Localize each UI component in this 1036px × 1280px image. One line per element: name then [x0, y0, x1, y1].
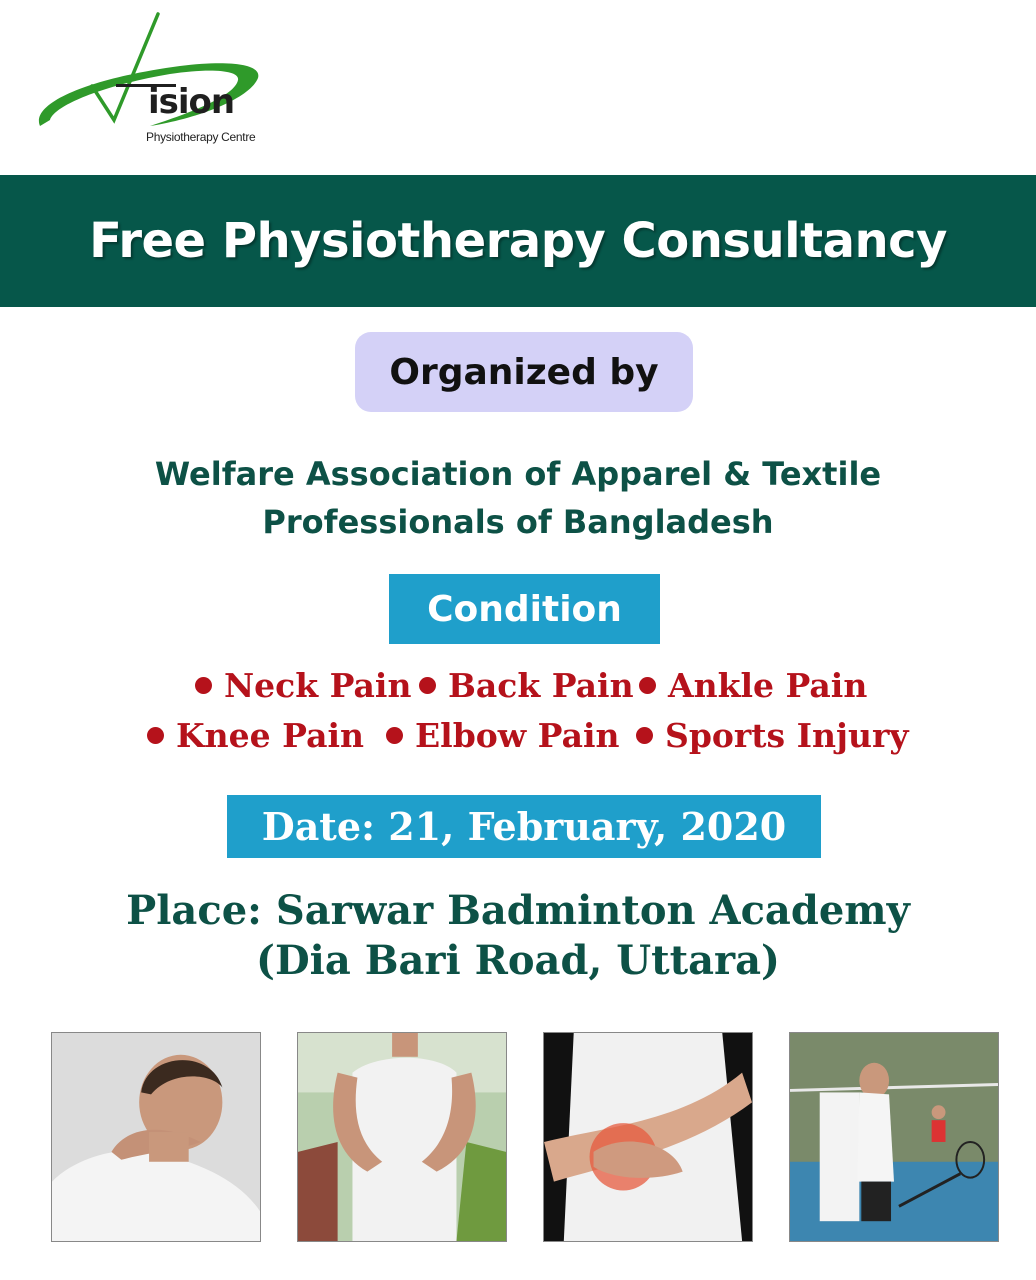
bullet-icon	[147, 727, 164, 744]
condition-label: Condition	[427, 588, 622, 630]
date-banner: Date: 21, February, 2020	[227, 795, 821, 858]
vision-swoosh-icon	[38, 12, 259, 126]
neck-pain-photo	[51, 1032, 261, 1242]
sports-injury-icon	[790, 1033, 998, 1241]
organized-by-label: Organized by	[389, 351, 659, 393]
bullet-icon	[386, 727, 403, 744]
sports-injury-photo	[789, 1032, 999, 1242]
logo-subtitle: Physiotherapy Centre	[146, 130, 256, 144]
elbow-pain-icon	[544, 1033, 752, 1241]
condition-text: Sports Injury	[665, 716, 909, 755]
bullet-icon	[419, 677, 436, 694]
organizer-name: Welfare Association of Apparel & Textile…	[0, 450, 1036, 546]
condition-item: Sports Injury	[636, 716, 909, 755]
back-pain-icon	[298, 1033, 506, 1241]
place-line-2: (Dia Bari Road, Uttara)	[256, 937, 780, 984]
condition-text: Back Pain	[448, 666, 634, 705]
bullet-icon	[195, 677, 212, 694]
condition-text: Ankle Pain	[668, 666, 868, 705]
condition-item: Back Pain	[419, 666, 634, 705]
condition-item: Knee Pain	[147, 716, 364, 755]
condition-item: Ankle Pain	[639, 666, 867, 705]
logo-wordmark: ision	[148, 82, 235, 122]
event-place: Place: Sarwar Badminton Academy (Dia Bar…	[0, 886, 1036, 986]
condition-item: Elbow Pain	[386, 716, 620, 755]
organizer-line-1: Welfare Association of Apparel & Textile	[154, 455, 882, 493]
elbow-pain-photo	[543, 1032, 753, 1242]
bullet-icon	[639, 677, 656, 694]
conditions-list: Neck Pain Back Pain Ankle Pain Knee Pain…	[0, 666, 1036, 766]
page-title: Free Physiotherapy Consultancy	[89, 213, 947, 269]
back-pain-photo	[297, 1032, 507, 1242]
condition-item: Neck Pain	[195, 666, 411, 705]
condition-header: Condition	[389, 574, 660, 644]
conditions-row-2: Knee Pain Elbow Pain Sports Injury	[0, 716, 1036, 766]
title-banner: Free Physiotherapy Consultancy	[0, 175, 1036, 307]
event-date: Date: 21, February, 2020	[261, 804, 787, 849]
place-line-1: Place: Sarwar Badminton Academy	[126, 887, 910, 934]
condition-text: Neck Pain	[224, 666, 412, 705]
conditions-row-1: Neck Pain Back Pain Ankle Pain	[0, 666, 1036, 716]
condition-text: Knee Pain	[176, 716, 364, 755]
condition-text: Elbow Pain	[415, 716, 620, 755]
vision-logo: ision Physiotherapy Centre	[30, 8, 270, 148]
bullet-icon	[636, 727, 653, 744]
organizer-line-2: Professionals of Bangladesh	[262, 503, 774, 541]
neck-pain-icon	[52, 1033, 260, 1241]
organized-by-badge: Organized by	[355, 332, 693, 412]
